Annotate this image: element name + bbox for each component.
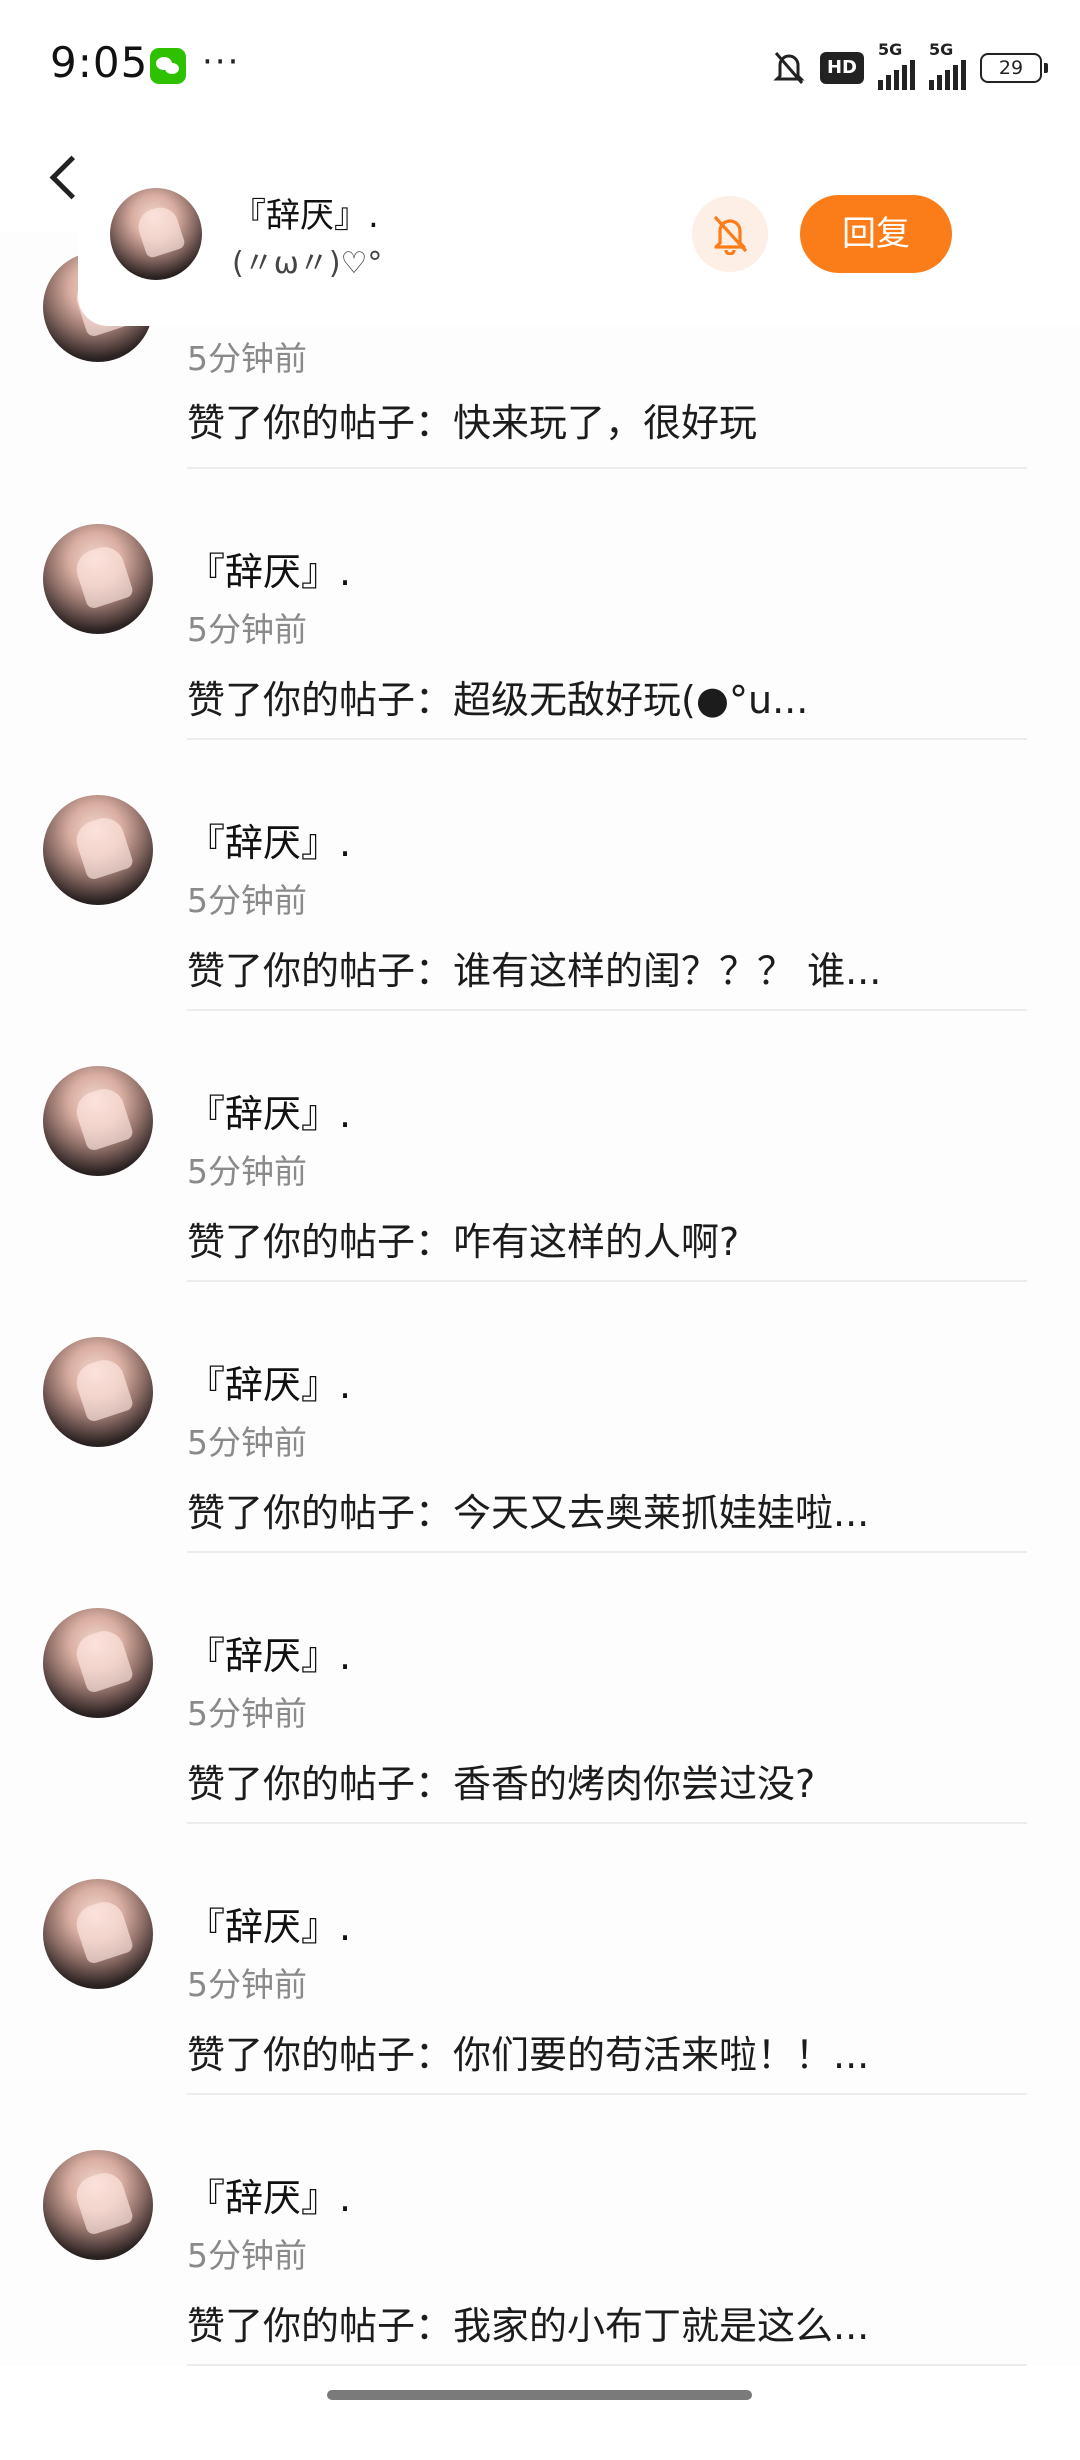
back-arrow-icon[interactable] xyxy=(40,140,96,210)
item-name: 『辞厌』. xyxy=(187,1092,352,1136)
header-avatar[interactable] xyxy=(110,188,202,280)
notification-list: 5分钟前 赞了你的帖子：快来玩了，很好玩 『辞厌』. 5分钟前 赞了你的帖子：超… xyxy=(0,232,1080,2366)
item-name: 『辞厌』. xyxy=(187,550,352,594)
item-text: 赞了你的帖子：超级无敌好玩(●°u... xyxy=(187,678,809,722)
list-item[interactable]: 『辞厌』. 5分钟前 赞了你的帖子：谁有这样的闺？？？ 谁... xyxy=(0,740,1080,1011)
avatar[interactable] xyxy=(43,524,153,634)
wechat-icon xyxy=(150,48,186,84)
reply-button[interactable]: 回复 xyxy=(800,195,952,273)
list-item[interactable]: 『辞厌』. 5分钟前 赞了你的帖子：我家的小布丁就是这么... xyxy=(0,2095,1080,2366)
list-item[interactable]: 『辞厌』. 5分钟前 赞了你的帖子：香香的烤肉你尝过没? xyxy=(0,1553,1080,1824)
avatar[interactable] xyxy=(43,1608,153,1718)
item-time: 5分钟前 xyxy=(187,1423,307,1462)
hd-badge: HD xyxy=(819,52,864,84)
list-item[interactable]: 『辞厌』. 5分钟前 赞了你的帖子：今天又去奥莱抓娃娃啦... xyxy=(0,1282,1080,1553)
item-name: 『辞厌』. xyxy=(187,1634,352,1678)
avatar[interactable] xyxy=(43,2150,153,2260)
item-time: 5分钟前 xyxy=(187,339,307,378)
chat-header: 『辞厌』. (〃ω〃)♡° 回复 xyxy=(0,130,1080,330)
item-text: 赞了你的帖子：快来玩了，很好玩 xyxy=(187,401,758,445)
signal-icon-2: 5G xyxy=(929,40,966,90)
item-time: 5分钟前 xyxy=(187,610,307,649)
divider xyxy=(187,2364,1027,2366)
list-item[interactable]: 『辞厌』. 5分钟前 赞了你的帖子：你们要的苟活来啦！！... xyxy=(0,1824,1080,2095)
bell-off-icon xyxy=(772,50,806,86)
item-text: 赞了你的帖子：今天又去奥莱抓娃娃啦... xyxy=(187,1491,870,1535)
bell-off-icon xyxy=(713,215,748,255)
more-notifications-icon: ··· xyxy=(202,42,241,82)
item-name: 『辞厌』. xyxy=(187,1363,352,1407)
item-name: 『辞厌』. xyxy=(187,1905,352,1949)
item-text: 赞了你的帖子：咋有这样的人啊? xyxy=(187,1220,740,1264)
signal-icon: 5G xyxy=(878,40,915,90)
item-text: 赞了你的帖子：谁有这样的闺？？？ 谁... xyxy=(187,949,882,993)
battery-icon: 29 xyxy=(980,53,1048,83)
home-indicator[interactable] xyxy=(327,2390,752,2400)
item-time: 5分钟前 xyxy=(187,1965,307,2004)
item-text: 赞了你的帖子：我家的小布丁就是这么... xyxy=(187,2304,870,2348)
avatar[interactable] xyxy=(43,795,153,905)
list-item[interactable]: 『辞厌』. 5分钟前 赞了你的帖子：超级无敌好玩(●°u... xyxy=(0,469,1080,740)
item-text: 赞了你的帖子：你们要的苟活来啦！！... xyxy=(187,2033,870,2077)
item-time: 5分钟前 xyxy=(187,1694,307,1733)
item-time: 5分钟前 xyxy=(187,881,307,920)
avatar[interactable] xyxy=(43,1879,153,1989)
header-name: 『辞厌』. xyxy=(232,196,379,236)
list-item[interactable]: 『辞厌』. 5分钟前 赞了你的帖子：咋有这样的人啊? xyxy=(0,1011,1080,1282)
item-time: 5分钟前 xyxy=(187,1152,307,1191)
item-time: 5分钟前 xyxy=(187,2236,307,2275)
item-name: 『辞厌』. xyxy=(187,821,352,865)
status-bar: 9:05 ··· HD 5G 5G 29 xyxy=(0,0,1080,130)
item-text: 赞了你的帖子：香香的烤肉你尝过没? xyxy=(187,1762,816,1806)
mute-button[interactable] xyxy=(692,196,768,272)
avatar[interactable] xyxy=(43,1337,153,1447)
status-time: 9:05 xyxy=(50,38,149,87)
item-name: 『辞厌』. xyxy=(187,2176,352,2220)
avatar[interactable] xyxy=(43,1066,153,1176)
header-signature: (〃ω〃)♡° xyxy=(232,246,383,281)
